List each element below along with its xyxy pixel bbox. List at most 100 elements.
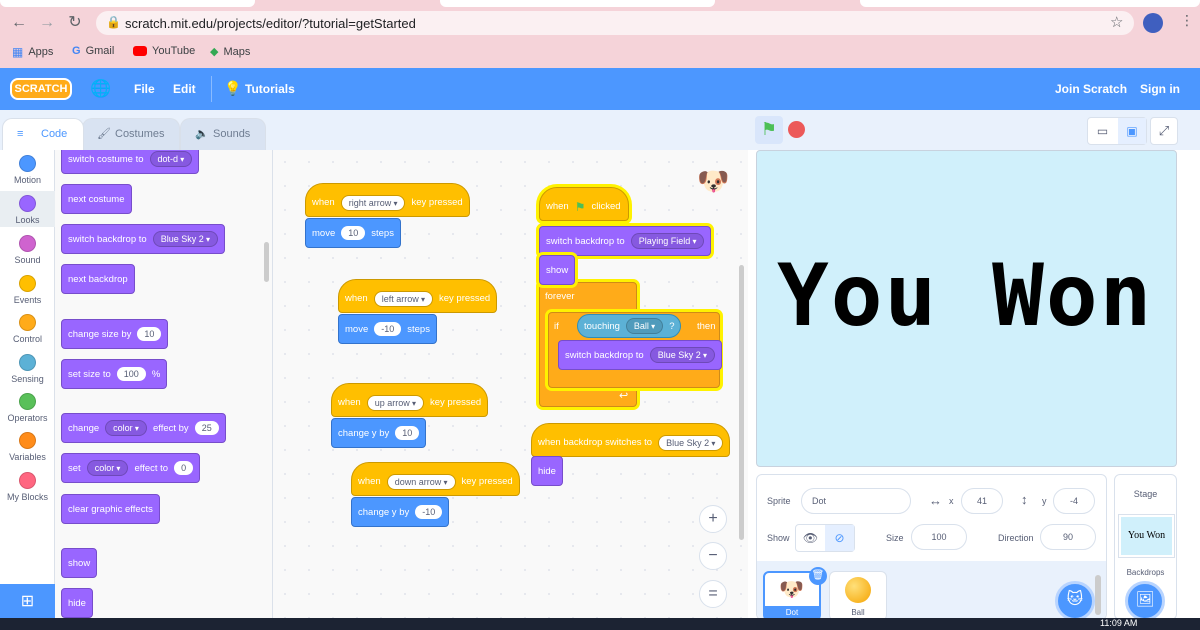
palette-change-size-block[interactable]: change size by 10 [61,319,169,349]
hide-block[interactable]: hide [531,456,563,486]
category-my-blocks[interactable]: My Blocks [0,472,55,502]
tab-costumes[interactable]: 🖌 Costumes [82,118,180,150]
move-steps-block[interactable]: move -10 steps [338,314,437,344]
palette-set-effect-block[interactable]: set color effect to 0 [61,453,201,483]
key-dropdown[interactable]: left arrow [373,290,433,307]
choose-sprite-button[interactable]: 🐱 [1055,581,1095,621]
category-control[interactable]: Control [0,314,55,344]
trash-icon[interactable]: 🗑 [809,567,827,585]
tab-sounds[interactable]: 🔈 Sounds [180,118,266,150]
category-variables[interactable]: Variables [0,432,55,462]
browser-tab[interactable] [860,0,1200,7]
key-dropdown[interactable]: down arrow [386,473,456,490]
when-flag-clicked-block[interactable]: when ⚑ clicked [539,187,629,221]
add-extension-button[interactable]: ⊞ [0,584,55,620]
sprite-thumb-dot[interactable]: 🐶 Dot 🗑 [763,567,827,621]
costume-dropdown[interactable]: dot-d [149,151,193,167]
bookmark-maps[interactable]: ◆ Maps [210,45,250,59]
effect-input[interactable]: 25 [194,421,219,435]
change-y-block[interactable]: change y by 10 [331,418,427,448]
palette-next-backdrop-block[interactable]: next backdrop [61,264,135,294]
effect-dropdown[interactable]: color [105,420,147,436]
sprite-thumb-ball[interactable]: Ball [829,571,887,621]
category-events[interactable]: Events [0,275,55,305]
palette-clear-effects-block[interactable]: clear graphic effects [61,494,160,524]
scratch-logo[interactable]: SCRATCH [10,78,72,100]
menu-edit[interactable]: Edit [173,82,196,96]
profile-avatar[interactable] [1143,13,1163,33]
touching-block[interactable]: touching Ball? [577,314,682,338]
stage-canvas[interactable]: You Won [756,150,1177,467]
palette-scrollbar[interactable] [264,242,269,282]
steps-input[interactable]: -10 [374,322,402,336]
when-key-pressed-block[interactable]: when up arrow key pressed [331,383,489,417]
palette-show-block[interactable]: show [61,548,98,578]
key-dropdown[interactable]: up arrow [366,394,424,411]
zoom-in-icon[interactable]: + [699,505,727,533]
size-input[interactable]: 100 [116,367,146,381]
palette-next-costume-block[interactable]: next costume [61,184,132,214]
when-key-pressed-block[interactable]: when down arrow key pressed [351,462,520,496]
large-stage-icon[interactable]: ▣ [1118,118,1146,144]
stage-thumbnail[interactable]: You Won [1118,514,1175,558]
move-steps-block[interactable]: move 10 steps [305,218,401,248]
eye-visible-icon[interactable]: 👁 [796,525,825,551]
switch-backdrop-block[interactable]: switch backdrop to Playing Field [539,226,712,256]
choose-backdrop-button[interactable]: 🖼 [1125,581,1165,621]
when-key-pressed-block[interactable]: when right arrow key pressed [305,183,470,217]
palette-switch-costume-block[interactable]: switch costume to dot-d [61,150,200,174]
bookmark-gmail[interactable]: G Gmail [72,45,114,57]
backdrop-dropdown[interactable]: Blue Sky 2 [649,347,715,363]
effect-input[interactable]: 0 [174,461,194,475]
size-input[interactable]: 100 [911,524,967,550]
reload-icon[interactable]: ↻ [64,12,86,34]
category-sensing[interactable]: Sensing [0,354,55,384]
url-text[interactable]: scratch.mit.edu/projects/editor/?tutoria… [125,16,416,31]
globe-icon[interactable]: 🌐 [90,79,111,99]
effect-dropdown[interactable]: color [86,460,129,476]
menu-tutorials[interactable]: Tutorials [245,82,295,96]
workspace-scrollbar[interactable] [739,265,744,540]
eye-hidden-icon[interactable]: ⊘ [825,525,854,551]
palette-hide-block[interactable]: hide [61,588,93,618]
category-operators[interactable]: Operators [0,393,55,423]
show-block[interactable]: show [539,255,576,285]
stop-button[interactable] [788,121,805,138]
switch-backdrop-block[interactable]: switch backdrop to Blue Sky 2 [558,340,722,370]
star-icon[interactable]: ☆ [1110,13,1123,31]
menu-file[interactable]: File [134,82,155,96]
more-icon[interactable]: ⋮ [1180,12,1194,29]
sprite-list-scrollbar[interactable] [1095,575,1101,615]
code-workspace[interactable]: when right arrow key pressed move 10 steps w… [273,150,748,620]
green-flag-button[interactable]: ⚑ [755,116,783,144]
when-key-pressed-block[interactable]: when left arrow key pressed [338,279,498,313]
when-backdrop-switches-block[interactable]: when backdrop switches to Blue Sky 2 [531,423,731,457]
backdrop-dropdown[interactable]: Blue Sky 2 [658,434,724,451]
browser-tab[interactable] [0,0,255,7]
touching-dropdown[interactable]: Ball [625,318,664,334]
forward-icon[interactable]: → [36,12,58,34]
palette-set-size-block[interactable]: set size to 100% [61,359,168,389]
tab-code[interactable]: ≡ Code [2,118,84,150]
y-input[interactable]: -10 [415,505,443,519]
zoom-out-icon[interactable]: − [699,542,727,570]
browser-tab[interactable] [440,0,715,7]
bookmark-youtube[interactable]: YouTube [133,45,195,57]
zoom-reset-icon[interactable]: = [699,580,727,608]
direction-input[interactable]: 90 [1040,524,1096,550]
back-icon[interactable]: ← [8,12,30,34]
key-dropdown[interactable]: right arrow [340,194,406,211]
small-stage-icon[interactable]: ▭ [1088,118,1117,144]
join-scratch-link[interactable]: Join Scratch [1055,82,1127,96]
sprite-name-input[interactable]: Dot [801,488,911,514]
size-input[interactable]: 10 [137,327,162,341]
backdrop-dropdown[interactable]: Playing Field [630,233,705,249]
fullscreen-icon[interactable]: ⤢ [1150,117,1178,145]
palette-switch-backdrop-block[interactable]: switch backdrop to Blue Sky 2 [61,224,225,254]
backdrop-dropdown[interactable]: Blue Sky 2 [152,231,218,247]
steps-input[interactable]: 10 [341,226,366,240]
palette-change-effect-block[interactable]: change color effect by 25 [61,413,226,443]
y-input[interactable]: 10 [395,426,420,440]
category-sound[interactable]: Sound [0,235,55,265]
category-looks[interactable]: Looks [0,191,55,227]
